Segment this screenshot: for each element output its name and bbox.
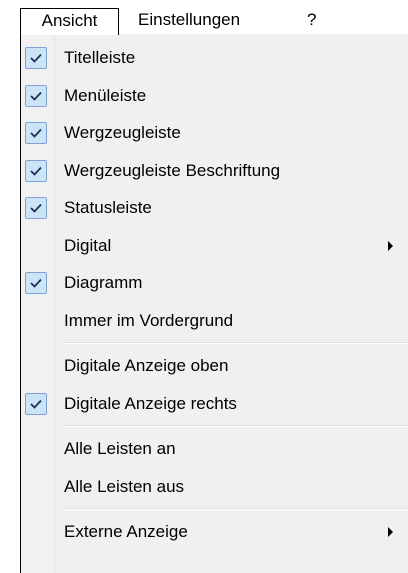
menu-item-diagramm[interactable]: Diagramm — [21, 264, 408, 301]
menu-item-digitale-anzeige-oben[interactable]: Digitale Anzeige oben — [21, 347, 408, 384]
menu-item-externe-anzeige[interactable]: Externe Anzeige — [21, 513, 408, 550]
menu-item-titelleiste[interactable]: Titelleiste — [21, 39, 408, 76]
menu-item-label: Immer im Vordergrund — [64, 310, 234, 330]
menu-item-menueleiste[interactable]: Menüleiste — [21, 77, 408, 114]
menu-item-label: Wergzeugleiste — [64, 123, 181, 142]
menu-item-wergzeugleiste[interactable]: Wergzeugleiste — [21, 114, 408, 151]
checkmark-icon — [25, 47, 47, 69]
menu-item-label: Alle Leisten aus — [64, 476, 185, 496]
menu-item-alle-leisten-an[interactable]: Alle Leisten an — [21, 430, 408, 467]
menu-item-immer-im-vordergrund[interactable]: Immer im Vordergrund — [21, 302, 408, 339]
menu-item-label: Titelleiste — [64, 48, 136, 67]
submenu-arrow-icon — [388, 527, 393, 537]
checkmark-icon — [25, 392, 47, 415]
menu-item-label: Statusleiste — [64, 198, 152, 217]
menu-item-alle-leisten-aus[interactable]: Alle Leisten aus — [21, 468, 408, 505]
menu-ansicht[interactable]: Ansicht — [20, 8, 119, 35]
menu-item-label: Wergzeugleiste Beschriftung — [64, 160, 281, 180]
checkmark-icon — [25, 122, 47, 144]
menu-bar: Ansicht Einstellungen ? — [20, 8, 408, 35]
ansicht-dropdown-menu: Titelleiste Menüleiste Wergzeugleiste Wergz… — [20, 34, 408, 573]
checkmark-icon — [25, 84, 47, 107]
menu-help[interactable]: ? — [307, 8, 316, 34]
menu-item-statusleiste[interactable]: Statusleiste — [21, 189, 408, 226]
checkmark-icon — [25, 197, 47, 219]
menu-item-label: Digital — [64, 235, 112, 255]
submenu-arrow-icon — [388, 240, 393, 251]
menu-separator — [64, 508, 408, 510]
menu-item-label: Diagramm — [64, 273, 143, 292]
checkmark-icon — [25, 272, 47, 294]
menu-separator — [64, 342, 408, 344]
menu-item-label: Digitale Anzeige rechts — [64, 393, 237, 413]
menu-einstellungen[interactable]: Einstellungen — [138, 8, 240, 34]
menu-item-wergzeugleiste-beschriftung[interactable]: Wergzeugleiste Beschriftung — [21, 152, 408, 189]
checkmark-icon — [25, 159, 47, 182]
menu-item-label: Digitale Anzeige oben — [64, 356, 229, 375]
menu-item-label: Menüleiste — [64, 85, 147, 105]
menu-item-label: Alle Leisten an — [64, 439, 176, 458]
menu-item-digital[interactable]: Digital — [21, 227, 408, 264]
menu-separator — [64, 425, 408, 427]
menu-item-label: Externe Anzeige — [64, 522, 188, 541]
menu-item-digitale-anzeige-rechts[interactable]: Digitale Anzeige rechts — [21, 385, 408, 422]
